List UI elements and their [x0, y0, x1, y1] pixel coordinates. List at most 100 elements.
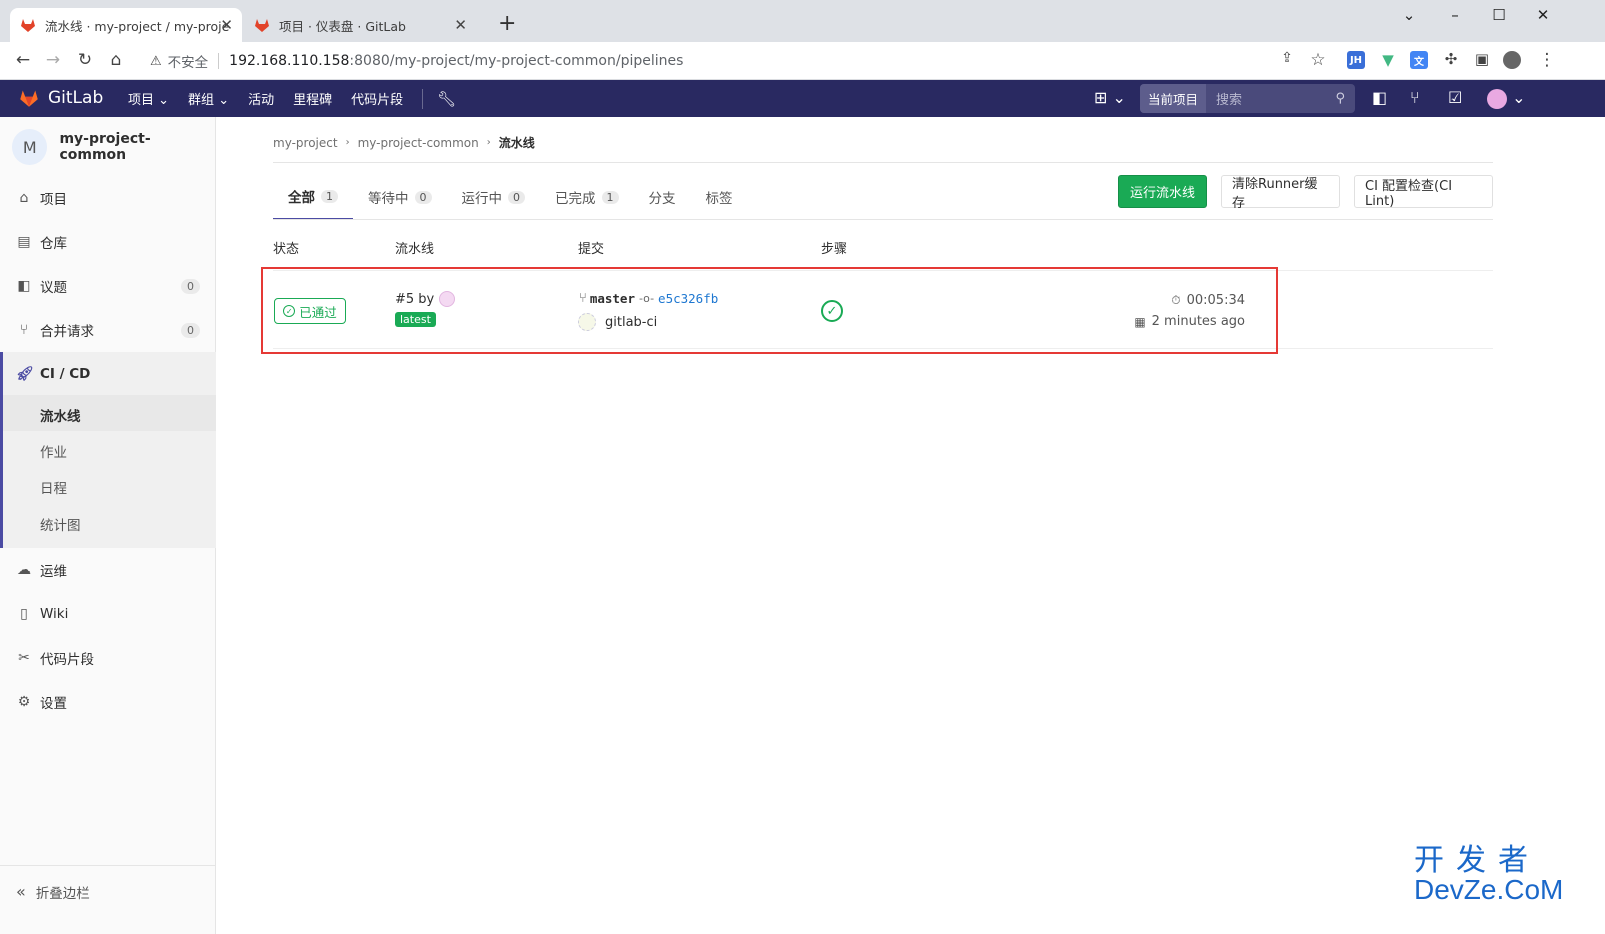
- tab-all[interactable]: 全部 1: [273, 174, 353, 220]
- sidebar-item-repository[interactable]: ▤ 仓库: [0, 220, 216, 264]
- top-nav: 项目 ⌄ 群组 ⌄ 活动 里程碑 代码片段 🔧︎: [128, 80, 475, 117]
- tab-search-icon[interactable]: ⌄: [1397, 6, 1421, 24]
- sidebar-project-header[interactable]: M my-project-common: [12, 129, 215, 165]
- browser-tab-pipelines[interactable]: 流水线 · my-project / my-proje ✕: [10, 8, 242, 42]
- chevron-right-icon: ›: [486, 137, 491, 148]
- close-tab-icon[interactable]: ✕: [454, 16, 467, 34]
- brand-name: GitLab: [48, 88, 104, 108]
- maximize-icon[interactable]: ☐: [1487, 6, 1511, 24]
- bookmark-star-icon[interactable]: ☆: [1307, 50, 1329, 70]
- tab-count: 0: [414, 190, 432, 204]
- profile-avatar[interactable]: [1503, 51, 1521, 69]
- close-window-icon[interactable]: ✕: [1531, 6, 1555, 24]
- reload-icon[interactable]: ↻: [74, 50, 96, 70]
- address-bar[interactable]: ⚠ 不安全 192.168.110.158 :8080/my-project/m…: [140, 47, 1340, 75]
- home-icon: ⌂: [19, 190, 29, 206]
- search-input[interactable]: 搜索: [1216, 89, 1335, 108]
- nav-snippets[interactable]: 代码片段: [351, 89, 403, 108]
- issues-icon[interactable]: ◧: [1372, 88, 1387, 107]
- divider: [273, 162, 1493, 163]
- url-path: :8080/my-project/my-project-common/pipel…: [349, 53, 684, 69]
- issues-count: 0: [181, 278, 200, 294]
- wiki-icon: ▯: [20, 606, 28, 622]
- merge-request-icon[interactable]: ⑂: [1410, 88, 1420, 107]
- sidebar-item-merge-requests[interactable]: ⑂ 合并请求 0: [0, 308, 216, 352]
- annotation-highlight-box: [261, 267, 1278, 354]
- sidebar-item-project[interactable]: ⌂ 项目: [0, 176, 216, 220]
- ci-lint-button[interactable]: CI 配置检查(CI Lint): [1354, 175, 1493, 209]
- column-header-commit: 提交: [578, 242, 605, 257]
- minimize-icon[interactable]: –: [1443, 6, 1467, 24]
- tab-running[interactable]: 运行中 0: [447, 174, 541, 220]
- pipeline-scope-tabs: 全部 1 等待中 0 运行中 0 已完成 1 分支 标签: [273, 174, 748, 220]
- extensions-puzzle-icon[interactable]: ✣: [1440, 50, 1462, 68]
- share-icon[interactable]: ⇪: [1276, 50, 1298, 66]
- sidebar-subitem-jobs[interactable]: 作业: [40, 441, 67, 461]
- tab-pending[interactable]: 等待中 0: [353, 174, 447, 220]
- tab-branches[interactable]: 分支: [634, 174, 691, 220]
- sidebar-item-cicd[interactable]: 🚀︎ CI / CD: [0, 352, 216, 396]
- sidebar-item-operations[interactable]: ☁︎ 运维: [0, 548, 216, 592]
- tab-count: 1: [321, 189, 338, 203]
- gear-icon: ⚙︎: [17, 694, 31, 710]
- tab-tags[interactable]: 标签: [691, 174, 748, 220]
- url-host: 192.168.110.158: [229, 53, 350, 69]
- forward-icon[interactable]: →: [42, 50, 64, 70]
- jh-extension-icon[interactable]: JH: [1347, 51, 1365, 69]
- sidebar-cicd-section: 🚀︎ CI / CD 流水线 作业 日程 统计图: [0, 352, 216, 548]
- rocket-icon: 🚀︎: [16, 366, 34, 382]
- project-sidebar: M my-project-common ⌂ 项目 ▤ 仓库 ◧ 议题 0 ⑂ 合并请求 …: [0, 117, 216, 934]
- sidepanel-icon[interactable]: ▣: [1471, 50, 1493, 68]
- sidebar-item-issues[interactable]: ◧ 议题 0: [0, 264, 216, 308]
- sidebar-item-settings[interactable]: ⚙︎ 设置: [0, 680, 216, 724]
- column-header-stages: 步骤: [821, 242, 848, 257]
- nav-projects[interactable]: 项目 ⌄: [128, 89, 169, 108]
- breadcrumb-group[interactable]: my-project: [273, 136, 338, 150]
- run-pipeline-button[interactable]: 运行流水线: [1118, 175, 1207, 208]
- sidebar-item-wiki[interactable]: ▯ Wiki: [0, 592, 216, 636]
- gitlab-header: GitLab 项目 ⌄ 群组 ⌄ 活动 里程碑 代码片段 🔧︎ ⊞ ⌄ 当前项目…: [0, 80, 1605, 117]
- merge-request-icon: ⑂: [19, 322, 29, 338]
- browser-menu-icon[interactable]: ⋮: [1536, 50, 1558, 70]
- column-header-status: 状态: [273, 242, 300, 257]
- column-header-pipeline: 流水线: [395, 242, 435, 257]
- translate-extension-icon[interactable]: 文: [1410, 51, 1428, 69]
- breadcrumb: my-project › my-project-common › 流水线: [273, 134, 535, 151]
- browser-tab-bar: 流水线 · my-project / my-proje ✕ 项目 · 仪表盘 ·…: [0, 0, 1605, 42]
- watermark-top: 开发者: [1414, 843, 1540, 878]
- browser-tab-dashboard[interactable]: 项目 · 仪表盘 · GitLab ✕: [244, 8, 476, 42]
- breadcrumb-project[interactable]: my-project-common: [358, 136, 479, 150]
- sidebar-subitem-schedules[interactable]: 日程: [40, 477, 67, 497]
- user-avatar-dropdown[interactable]: ⌄: [1487, 88, 1526, 109]
- project-name: my-project-common: [59, 131, 151, 163]
- search-scope[interactable]: 当前项目: [1140, 84, 1207, 113]
- todos-icon[interactable]: ☑: [1448, 88, 1462, 107]
- clear-runner-cache-button[interactable]: 清除Runner缓存: [1221, 175, 1340, 211]
- new-tab-button[interactable]: +: [498, 11, 516, 36]
- sidebar-item-snippets[interactable]: ✂︎ 代码片段: [0, 636, 216, 680]
- gitlab-fox-icon: [21, 19, 35, 32]
- vue-extension-icon[interactable]: ▼: [1379, 51, 1397, 69]
- nav-milestones[interactable]: 里程碑: [293, 89, 332, 108]
- back-icon[interactable]: ←: [12, 50, 34, 70]
- sidebar-subitem-charts[interactable]: 统计图: [40, 514, 81, 534]
- issues-icon: ◧: [17, 278, 31, 294]
- tab-finished[interactable]: 已完成 1: [540, 174, 634, 220]
- collapse-sidebar-button[interactable]: « 折叠边栏: [0, 865, 216, 917]
- search-box[interactable]: 当前项目 搜索 ⚲: [1140, 84, 1355, 113]
- divider: [422, 88, 424, 109]
- watermark-bottom: DevZe.CoM: [1414, 874, 1564, 905]
- home-icon[interactable]: ⌂: [105, 50, 127, 70]
- sidebar-subitem-pipelines[interactable]: 流水线: [40, 405, 81, 425]
- gitlab-home-link[interactable]: GitLab: [18, 88, 103, 108]
- nav-activity[interactable]: 活动: [248, 89, 274, 108]
- active-subitem-bg: [3, 395, 216, 431]
- cloud-gear-icon: ☁︎: [17, 562, 31, 578]
- new-plus-dropdown-icon[interactable]: ⊞ ⌄: [1094, 88, 1126, 107]
- breadcrumb-current[interactable]: 流水线: [499, 134, 535, 151]
- admin-wrench-icon[interactable]: 🔧︎: [437, 90, 456, 108]
- scissors-icon: ✂︎: [18, 650, 30, 666]
- nav-groups[interactable]: 群组 ⌄: [188, 89, 229, 108]
- browser-toolbar: ← → ↻ ⌂ ⚠ 不安全 192.168.110.158 :8080/my-p…: [0, 42, 1605, 80]
- close-tab-icon[interactable]: ✕: [220, 16, 233, 34]
